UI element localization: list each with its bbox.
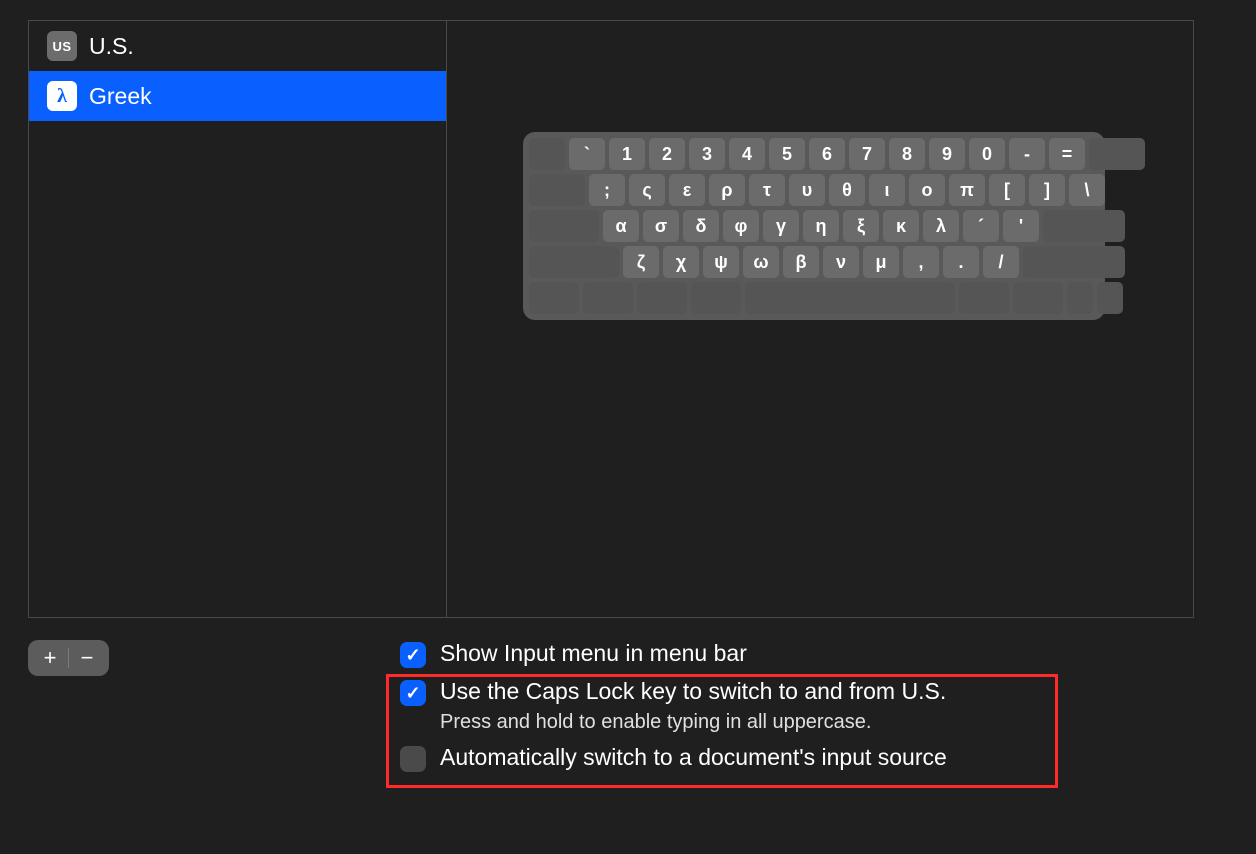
blank-key xyxy=(583,282,633,314)
blank-key xyxy=(529,174,585,206)
options-group: ✓ Show Input menu in menu bar ✓ Use the … xyxy=(400,640,1100,772)
option-show-input-menu: ✓ Show Input menu in menu bar xyxy=(400,640,1100,668)
option-label: Use the Caps Lock key to switch to and f… xyxy=(440,678,946,705)
blank-key xyxy=(1023,246,1125,278)
key: ς xyxy=(629,174,665,206)
key: 7 xyxy=(849,138,885,170)
key: ψ xyxy=(703,246,739,278)
input-source-label: Greek xyxy=(89,83,152,110)
checkbox[interactable]: ✓ xyxy=(400,642,426,668)
keyboard-row xyxy=(529,282,1099,314)
lambda-icon: λ xyxy=(47,81,77,111)
keyboard-row: ζ χ ψ ω β ν μ , . / xyxy=(529,246,1099,278)
blank-key xyxy=(529,210,599,242)
add-source-button[interactable]: + xyxy=(34,643,66,673)
key: ] xyxy=(1029,174,1065,206)
keyboard-row: α σ δ φ γ η ξ κ λ ´ ' xyxy=(529,210,1099,242)
separator xyxy=(68,648,69,668)
add-remove-control: + − xyxy=(28,640,109,676)
key: β xyxy=(783,246,819,278)
key: χ xyxy=(663,246,699,278)
key: δ xyxy=(683,210,719,242)
key: σ xyxy=(643,210,679,242)
key: ρ xyxy=(709,174,745,206)
key: 1 xyxy=(609,138,645,170)
blank-key xyxy=(745,282,955,314)
key: ' xyxy=(1003,210,1039,242)
blank-key xyxy=(691,282,741,314)
key: ι xyxy=(869,174,905,206)
option-label: Automatically switch to a document's inp… xyxy=(440,744,947,771)
key: 9 xyxy=(929,138,965,170)
key: φ xyxy=(723,210,759,242)
key: π xyxy=(949,174,985,206)
key: ο xyxy=(909,174,945,206)
blank-key xyxy=(529,282,579,314)
key: κ xyxy=(883,210,919,242)
blank-key xyxy=(1097,282,1123,314)
key: ζ xyxy=(623,246,659,278)
key: α xyxy=(603,210,639,242)
option-caps-lock-switch: ✓ Use the Caps Lock key to switch to and… xyxy=(400,678,1100,734)
key: ´ xyxy=(963,210,999,242)
key: 5 xyxy=(769,138,805,170)
blank-key xyxy=(637,282,687,314)
key: ε xyxy=(669,174,705,206)
checkbox[interactable]: ✓ xyxy=(400,680,426,706)
keyboard-preview-pane: ` 1 2 3 4 5 6 7 8 9 0 - = ; ς ε xyxy=(447,21,1193,617)
blank-key xyxy=(959,282,1009,314)
key: [ xyxy=(989,174,1025,206)
us-flag-icon: US xyxy=(47,31,77,61)
key: = xyxy=(1049,138,1085,170)
key: η xyxy=(803,210,839,242)
keyboard-row: ` 1 2 3 4 5 6 7 8 9 0 - = xyxy=(529,138,1099,170)
key: . xyxy=(943,246,979,278)
input-source-us[interactable]: US U.S. xyxy=(29,21,446,71)
key: , xyxy=(903,246,939,278)
key: 4 xyxy=(729,138,765,170)
input-sources-list: US U.S. λ Greek xyxy=(29,21,447,617)
blank-key xyxy=(529,138,565,170)
plus-icon: + xyxy=(44,645,57,671)
key: ν xyxy=(823,246,859,278)
checkbox[interactable]: ✓ xyxy=(400,746,426,772)
option-auto-switch-document: ✓ Automatically switch to a document's i… xyxy=(400,744,1100,772)
key: \ xyxy=(1069,174,1105,206)
key: ` xyxy=(569,138,605,170)
minus-icon: − xyxy=(81,645,94,671)
remove-source-button[interactable]: − xyxy=(71,643,103,673)
key: 2 xyxy=(649,138,685,170)
key: ω xyxy=(743,246,779,278)
key: / xyxy=(983,246,1019,278)
blank-key xyxy=(1043,210,1125,242)
key: ; xyxy=(589,174,625,206)
input-source-label: U.S. xyxy=(89,33,134,60)
key: γ xyxy=(763,210,799,242)
key: τ xyxy=(749,174,785,206)
key: μ xyxy=(863,246,899,278)
blank-key xyxy=(1013,282,1063,314)
blank-key xyxy=(1089,138,1145,170)
key: λ xyxy=(923,210,959,242)
key: 8 xyxy=(889,138,925,170)
key: 3 xyxy=(689,138,725,170)
option-label: Show Input menu in menu bar xyxy=(440,640,747,667)
key: υ xyxy=(789,174,825,206)
blank-key xyxy=(1067,282,1093,314)
key: 6 xyxy=(809,138,845,170)
key: 0 xyxy=(969,138,1005,170)
input-sources-panel: US U.S. λ Greek ` 1 2 3 4 5 6 7 8 9 0 xyxy=(28,20,1194,618)
key: - xyxy=(1009,138,1045,170)
key: θ xyxy=(829,174,865,206)
keyboard-row: ; ς ε ρ τ υ θ ι ο π [ ] \ xyxy=(529,174,1099,206)
option-sublabel: Press and hold to enable typing in all u… xyxy=(440,711,946,734)
input-source-greek[interactable]: λ Greek xyxy=(29,71,446,121)
keyboard-layout-preview: ` 1 2 3 4 5 6 7 8 9 0 - = ; ς ε xyxy=(523,132,1105,320)
key: ξ xyxy=(843,210,879,242)
blank-key xyxy=(529,246,619,278)
